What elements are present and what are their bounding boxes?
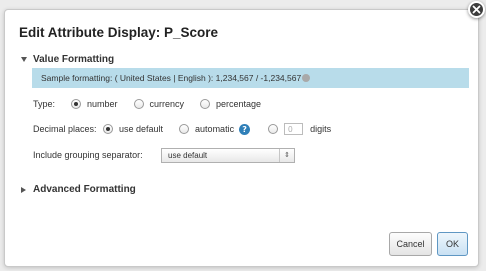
type-percentage-radio[interactable]	[200, 99, 211, 109]
select-arrow-icon: ⇕	[279, 149, 294, 162]
decimal-digits-radio[interactable]	[268, 124, 279, 134]
digits-input[interactable]: 0	[284, 123, 304, 135]
ok-button[interactable]: OK	[437, 232, 468, 256]
decimal-use-default-radio[interactable]	[103, 124, 113, 134]
type-currency-radio[interactable]	[133, 99, 144, 109]
advanced-formatting-header: Advanced Formatting	[33, 184, 136, 195]
sample-formatting-text: Sample formatting: ( United States | Eng…	[41, 73, 302, 83]
decimal-places-row: Decimal places: use default automatic ? …	[33, 123, 331, 135]
expanded-triangle-icon	[21, 57, 27, 62]
decimal-use-default-label[interactable]: use default	[119, 124, 163, 134]
value-formatting-toggle[interactable]: Value Formatting	[21, 54, 114, 65]
value-formatting-header: Value Formatting	[33, 54, 115, 65]
decimal-places-label: Decimal places:	[33, 124, 97, 134]
cancel-button[interactable]: Cancel	[389, 232, 432, 256]
info-icon	[302, 74, 311, 82]
grouping-select-value: use default	[168, 151, 208, 160]
type-label: Type:	[33, 99, 56, 109]
edit-attribute-dialog: Edit Attribute Display: P_Score Value Fo…	[4, 9, 479, 267]
dialog-title: Edit Attribute Display: P_Score	[19, 25, 219, 40]
collapsed-triangle-icon	[21, 186, 26, 193]
help-icon[interactable]: ?	[239, 123, 251, 135]
type-number-radio[interactable]	[71, 99, 81, 109]
sample-formatting-bar: Sample formatting: ( United States | Eng…	[32, 68, 469, 88]
close-button[interactable]	[468, 1, 485, 18]
grouping-label: Include grouping separator:	[33, 150, 143, 160]
type-percentage-label[interactable]: percentage	[216, 99, 261, 109]
grouping-row: Include grouping separator:	[33, 150, 143, 160]
advanced-formatting-toggle[interactable]: Advanced Formatting	[21, 184, 136, 195]
grouping-select[interactable]: use default ⇕	[161, 148, 295, 163]
type-number-label[interactable]: number	[87, 99, 118, 109]
type-row: Type: number currency percentage	[33, 99, 261, 109]
digits-label: digits	[310, 124, 332, 134]
decimal-automatic-radio[interactable]	[179, 124, 190, 134]
close-icon	[472, 5, 481, 14]
type-currency-label[interactable]: currency	[150, 99, 185, 109]
decimal-automatic-label[interactable]: automatic	[195, 124, 234, 134]
